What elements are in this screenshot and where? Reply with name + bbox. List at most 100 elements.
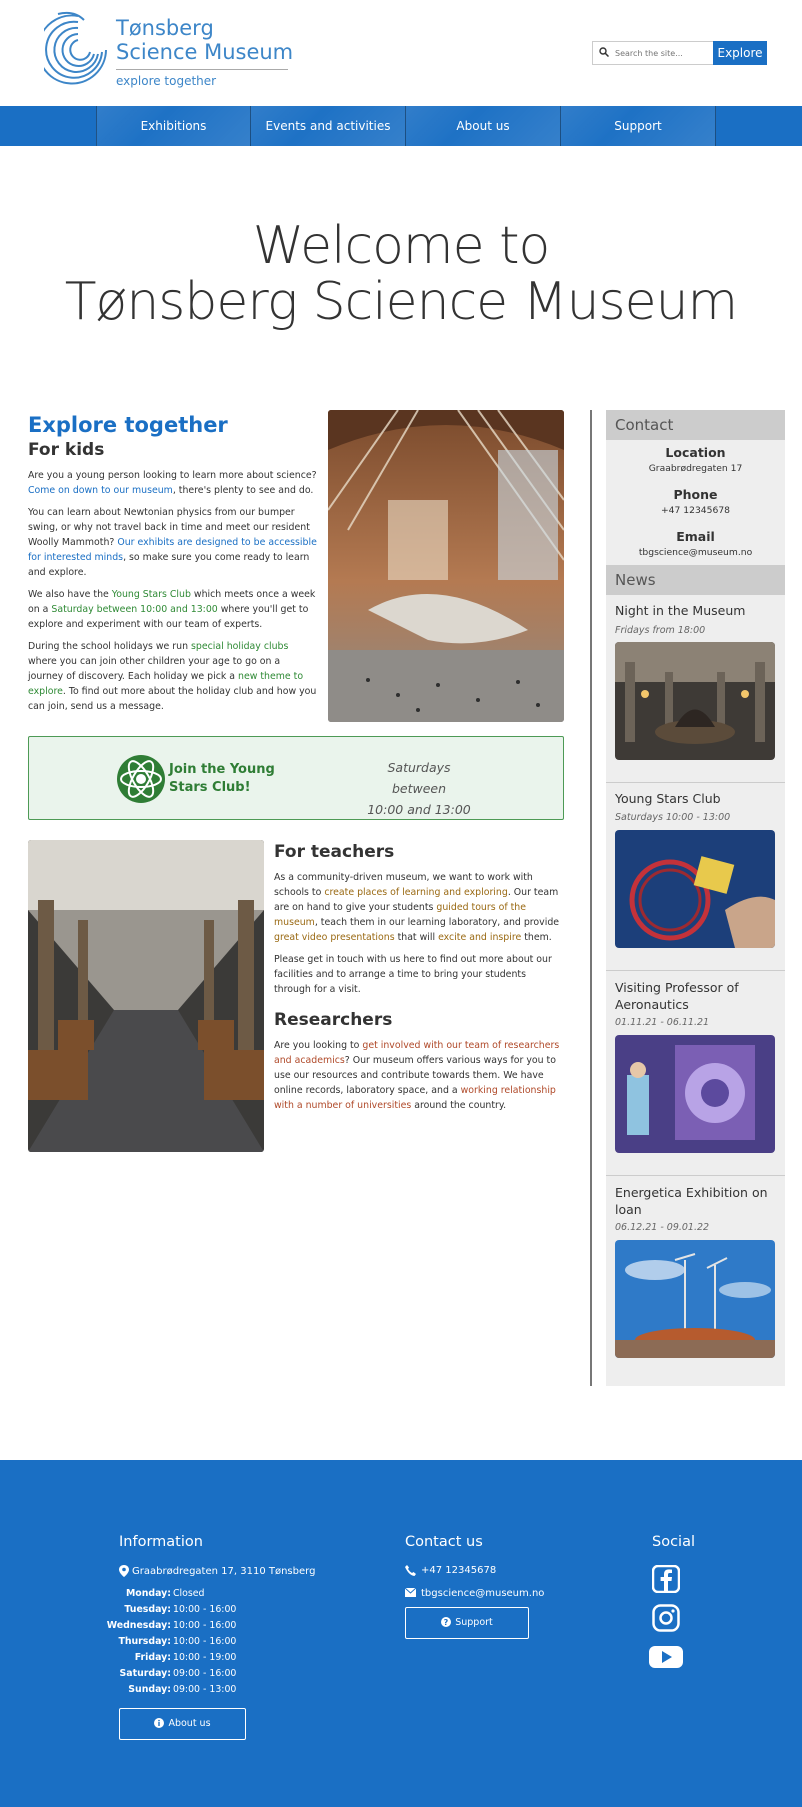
contact-heading: Contact bbox=[606, 410, 785, 440]
news-title: Visiting Professor of Aeronautics bbox=[615, 980, 739, 1012]
young-stars-banner[interactable]: Join the Young Stars Club! Saturdays bet… bbox=[28, 736, 564, 820]
site-header: Tønsberg Science Museum explore together… bbox=[0, 0, 802, 106]
hours-row: Thursday: 10:00 - 16:00 bbox=[106, 1634, 306, 1650]
news-heading: News bbox=[606, 565, 785, 595]
search-icon bbox=[599, 47, 609, 57]
search-button[interactable]: Explore bbox=[713, 41, 767, 65]
hours-row: Monday: Closed bbox=[106, 1586, 306, 1602]
hours-time: 10:00 - 16:00 bbox=[173, 1636, 237, 1647]
main-navigation: Exhibitions Events and activities About … bbox=[0, 106, 802, 146]
museum-logo[interactable]: Tønsberg Science Museum explore together bbox=[44, 10, 304, 90]
news-date: Fridays from 18:00 bbox=[615, 625, 706, 636]
hours-row: Wednesday: 10:00 - 16:00 bbox=[106, 1618, 306, 1634]
sidebar: Contact Location Graabrødregaten 17 Phon… bbox=[606, 410, 785, 1386]
footer-phone[interactable]: +47 12345678 bbox=[421, 1563, 496, 1578]
text: around the country. bbox=[411, 1100, 507, 1111]
logo-divider bbox=[116, 69, 288, 70]
inspire-link[interactable]: excite and inspire bbox=[438, 932, 521, 943]
news-divider bbox=[606, 970, 785, 971]
young-stars-link[interactable]: Young Stars Club bbox=[112, 589, 191, 600]
news-image bbox=[615, 642, 775, 760]
text: . To find out more about the holiday clu… bbox=[28, 686, 317, 712]
email-value[interactable]: tbgscience@museum.no bbox=[606, 546, 785, 560]
learning-link[interactable]: create places of learning and exploring bbox=[324, 887, 507, 898]
info-icon bbox=[154, 1718, 165, 1728]
hours-day: Tuesday: bbox=[124, 1604, 171, 1615]
phone-label: Phone bbox=[673, 487, 718, 502]
about-us-button[interactable]: About us bbox=[119, 1708, 246, 1740]
support-label: Support bbox=[455, 1617, 493, 1628]
text: , teach them in our learning laboratory,… bbox=[314, 917, 560, 928]
instagram-icon[interactable] bbox=[652, 1604, 680, 1632]
news-divider bbox=[606, 1175, 785, 1176]
page-title: Welcome to Tønsberg Science Museum bbox=[0, 218, 802, 330]
news-date: Saturdays 10:00 - 13:00 bbox=[615, 812, 731, 823]
youtube-icon[interactable] bbox=[649, 1643, 683, 1671]
hours-time: 10:00 - 16:00 bbox=[173, 1620, 237, 1631]
hours-time: 09:00 - 13:00 bbox=[173, 1684, 237, 1695]
title-line1: Welcome to bbox=[252, 216, 551, 276]
teachers-heading: For teachers bbox=[274, 842, 395, 862]
facebook-icon[interactable] bbox=[652, 1565, 680, 1593]
nav-item-exhibitions[interactable]: Exhibitions bbox=[96, 106, 251, 146]
news-image bbox=[615, 830, 775, 948]
footer-email[interactable]: tbgscience@museum.no bbox=[421, 1586, 544, 1601]
explore-heading: Explore together bbox=[28, 413, 228, 437]
saturday-link[interactable]: Saturday between 10:00 and 13:00 bbox=[51, 604, 217, 615]
nav-item-support[interactable]: Support bbox=[561, 106, 716, 146]
social-heading: Social bbox=[652, 1534, 695, 1550]
video-link[interactable]: great video presentations bbox=[274, 932, 395, 943]
news-title: Night in the Museum bbox=[615, 603, 746, 618]
about-us-label: About us bbox=[168, 1718, 211, 1729]
logo-tagline: explore together bbox=[116, 74, 217, 88]
location-value: Graabrødregaten 17 bbox=[648, 463, 743, 474]
nav-item-events[interactable]: Events and activities bbox=[251, 106, 406, 146]
club-time-line1: Saturdays between bbox=[387, 760, 451, 796]
phone-icon bbox=[405, 1565, 416, 1576]
support-button[interactable]: ? Support bbox=[405, 1607, 529, 1639]
text: During the school holidays we run bbox=[28, 641, 192, 652]
search-input[interactable] bbox=[611, 43, 703, 63]
teachers-paragraph: As a community-driven museum, we want to… bbox=[274, 870, 564, 945]
hours-day: Thursday: bbox=[118, 1636, 171, 1647]
hours-row: Friday: 10:00 - 19:00 bbox=[106, 1650, 306, 1666]
hours-time: Closed bbox=[173, 1588, 205, 1599]
hours-row: Sunday: 09:00 - 13:00 bbox=[106, 1682, 306, 1698]
atom-icon bbox=[117, 755, 165, 803]
footer-address: Graabrødregaten 17, 3110 Tønsberg bbox=[132, 1566, 316, 1577]
club-time: Saturdays between 10:00 and 13:00 bbox=[359, 757, 479, 820]
kids-paragraph: Are you a young person looking to learn … bbox=[28, 468, 318, 498]
opening-hours: Monday: Closed Tuesday: 10:00 - 16:00 Wedn… bbox=[106, 1586, 306, 1698]
email-label: Email bbox=[676, 529, 715, 544]
hours-day: Wednesday: bbox=[106, 1620, 171, 1631]
hours-row: Tuesday: 10:00 - 16:00 bbox=[106, 1602, 306, 1618]
kids-paragraph: We also have the Young Stars Club which … bbox=[28, 587, 318, 632]
museum-link[interactable]: Come on down to our museum bbox=[28, 485, 173, 496]
holiday-clubs-link[interactable]: special holiday clubs bbox=[191, 641, 288, 652]
text: that will bbox=[394, 932, 439, 943]
kids-text: Are you a young person looking to learn … bbox=[28, 468, 318, 721]
researchers-text: Are you looking to get involved with our… bbox=[274, 1038, 564, 1113]
kids-paragraph: During the school holidays we run specia… bbox=[28, 639, 318, 714]
hours-day: Sunday: bbox=[128, 1684, 171, 1695]
researchers-heading: Researchers bbox=[274, 1010, 393, 1030]
information-heading: Information bbox=[119, 1534, 203, 1550]
hours-time: 10:00 - 16:00 bbox=[173, 1604, 237, 1615]
kids-paragraph: You can learn about Newtonian physics fr… bbox=[28, 505, 318, 580]
logo-line2: Science Museum bbox=[116, 40, 294, 64]
text: We also have the bbox=[28, 589, 112, 600]
hours-day: Friday: bbox=[134, 1652, 171, 1663]
nav-item-about[interactable]: About us bbox=[406, 106, 561, 146]
teachers-text: As a community-driven museum, we want to… bbox=[274, 870, 564, 1004]
hours-time: 09:00 - 16:00 bbox=[173, 1668, 237, 1679]
hours-row: Saturday: 09:00 - 16:00 bbox=[106, 1666, 306, 1682]
phone-value[interactable]: +47 12345678 bbox=[606, 504, 785, 518]
museum-hall-photo bbox=[328, 410, 564, 722]
hours-time: 10:00 - 19:00 bbox=[173, 1652, 237, 1663]
envelope-icon bbox=[405, 1588, 416, 1597]
text: them. bbox=[521, 932, 552, 943]
search-box: Explore bbox=[592, 41, 767, 65]
news-title: Energetica Exhibition on loan bbox=[615, 1185, 768, 1217]
site-footer: Information Graabrødregaten 17, 3110 Tøn… bbox=[0, 1460, 802, 1807]
svg-text:?: ? bbox=[444, 1618, 449, 1627]
